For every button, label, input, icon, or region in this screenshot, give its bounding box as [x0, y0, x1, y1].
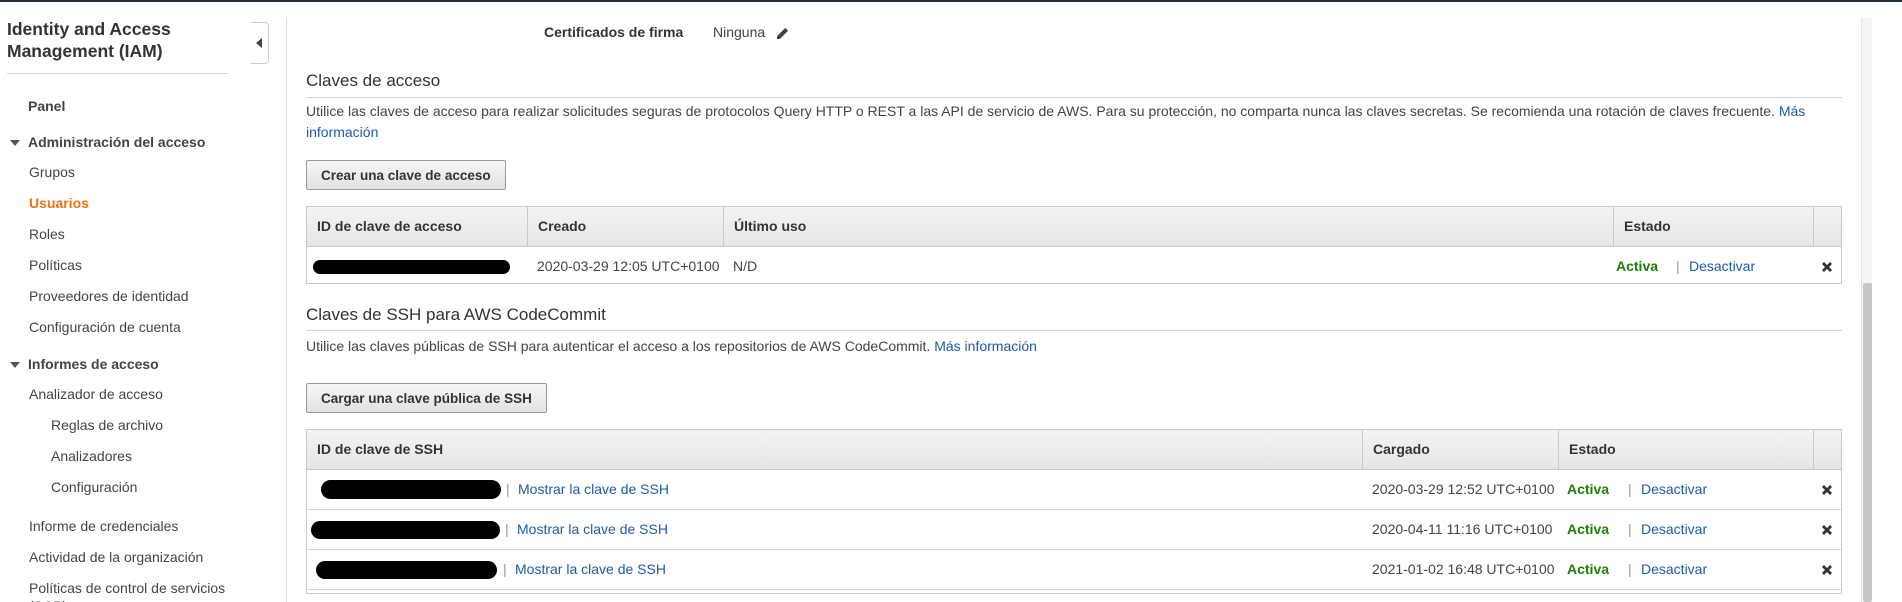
sidebar-item-policies[interactable]: Políticas	[29, 256, 82, 274]
access-key-last-used: N/D	[733, 258, 758, 274]
column-header-created[interactable]: Creado	[527, 207, 723, 246]
redacted-access-key-id	[313, 260, 510, 274]
deactivate-link[interactable]: Desactivar	[1689, 247, 1755, 286]
deactivate-link[interactable]: Desactivar	[1641, 510, 1707, 549]
separator: |	[1628, 521, 1632, 537]
access-keys-title: Claves de acceso	[306, 71, 441, 90]
ssh-key-uploaded: 2020-04-11 11:16 UTC+0100	[1372, 521, 1553, 537]
status-badge: Activa	[1567, 481, 1610, 497]
separator: |	[1676, 258, 1680, 274]
upload-ssh-key-button[interactable]: Cargar una clave pública de SSH	[306, 383, 547, 413]
sidebar-item-account-settings[interactable]: Configuración de cuenta	[29, 318, 181, 336]
redacted-ssh-key-id	[311, 521, 500, 539]
collapse-sidebar-button[interactable]	[251, 22, 269, 64]
sidebar-item-groups[interactable]: Grupos	[29, 163, 75, 181]
status-badge: Activa	[1567, 561, 1610, 577]
column-header-last-used[interactable]: Último uso	[723, 207, 1613, 246]
status-badge: Activa	[1567, 521, 1610, 537]
delete-icon[interactable]	[1819, 259, 1835, 275]
sidebar-divider	[7, 73, 228, 74]
column-header-status[interactable]: Estado	[1613, 207, 1813, 246]
delete-icon[interactable]	[1819, 562, 1835, 578]
ssh-keys-more-info-link[interactable]: Más información	[934, 338, 1037, 354]
deactivate-link[interactable]: Desactivar	[1641, 470, 1707, 509]
column-header-access-key-id[interactable]: ID de clave de acceso	[307, 207, 527, 246]
column-header-ssh-key-id[interactable]: ID de clave de SSH	[307, 430, 1362, 469]
sidebar-item-archive-rules[interactable]: Reglas de archivo	[51, 416, 163, 434]
section-divider	[306, 97, 1842, 98]
status-badge: Activa	[1616, 258, 1659, 274]
chevron-left-icon	[256, 38, 262, 48]
pencil-icon[interactable]	[775, 26, 790, 41]
sidebar-item-users[interactable]: Usuarios	[29, 194, 89, 212]
separator: |	[1628, 561, 1632, 577]
access-keys-table: ID de clave de acceso Creado Último uso …	[306, 206, 1842, 284]
delete-icon[interactable]	[1819, 482, 1835, 498]
access-keys-table-header: ID de clave de acceso Creado Último uso …	[307, 207, 1841, 247]
sidebar-title[interactable]: Identity and Access Management (IAM)	[7, 18, 227, 62]
table-row: | Mostrar la clave de SSH 2020-03-29 12:…	[307, 470, 1841, 510]
signing-certificates-label: Certificados de firma	[544, 24, 684, 40]
signing-certificates-value: Ninguna	[713, 24, 790, 41]
redacted-ssh-key-id	[316, 561, 497, 579]
separator: |	[1628, 481, 1632, 497]
sidebar-section-access-management[interactable]: Administración del acceso	[28, 133, 205, 151]
show-ssh-key-link[interactable]: Mostrar la clave de SSH	[517, 510, 668, 549]
sidebar-item-panel[interactable]: Panel	[28, 97, 65, 115]
column-header-actions	[1813, 207, 1841, 246]
show-ssh-key-link[interactable]: Mostrar la clave de SSH	[518, 470, 669, 509]
access-keys-description-text: Utilice las claves de acceso para realiz…	[306, 103, 1775, 119]
column-header-actions	[1813, 430, 1841, 469]
scrollbar-thumb[interactable]	[1863, 283, 1872, 602]
main-content: Certificados de firma Ninguna Claves de …	[287, 2, 1861, 602]
create-access-key-button[interactable]: Crear una clave de acceso	[306, 160, 506, 190]
ssh-keys-description-text: Utilice las claves públicas de SSH para …	[306, 338, 931, 354]
sidebar-item-identity-providers[interactable]: Proveedores de identidad	[29, 287, 189, 305]
sidebar-item-analyzers[interactable]: Analizadores	[51, 447, 132, 465]
sidebar-item-credential-report[interactable]: Informe de credenciales	[29, 517, 178, 535]
sidebar-item-roles[interactable]: Roles	[29, 225, 65, 243]
access-keys-description: Utilice las claves de acceso para realiz…	[306, 101, 1841, 143]
column-header-uploaded[interactable]: Cargado	[1362, 430, 1558, 469]
ssh-keys-description: Utilice las claves públicas de SSH para …	[306, 336, 1841, 357]
table-row: | Mostrar la clave de SSH 2020-04-11 11:…	[307, 510, 1841, 550]
sidebar-item-access-analyzer[interactable]: Analizador de acceso	[29, 385, 163, 403]
ssh-keys-title: Claves de SSH para AWS CodeCommit	[306, 305, 606, 324]
show-ssh-key-link[interactable]: Mostrar la clave de SSH	[515, 550, 666, 589]
separator: |	[503, 561, 507, 577]
table-row: 2020-03-29 12:05 UTC+0100 N/D Activa | D…	[307, 247, 1841, 287]
sidebar-item-analyzer-settings[interactable]: Configuración	[51, 478, 137, 496]
ssh-keys-table: ID de clave de SSH Cargado Estado | Most…	[306, 429, 1842, 594]
sidebar-section-access-reports[interactable]: Informes de acceso	[28, 355, 159, 373]
sidebar-item-service-control-policies[interactable]: Políticas de control de servicios (SCP)	[29, 579, 229, 602]
ssh-key-uploaded: 2021-01-02 16:48 UTC+0100	[1372, 561, 1555, 577]
access-key-created: 2020-03-29 12:05 UTC+0100	[537, 258, 720, 274]
caret-down-icon[interactable]	[10, 362, 20, 368]
ssh-keys-table-header: ID de clave de SSH Cargado Estado	[307, 430, 1841, 470]
delete-icon[interactable]	[1819, 522, 1835, 538]
sidebar: Identity and Access Management (IAM) Pan…	[0, 2, 248, 602]
section-divider	[306, 330, 1842, 331]
signing-certificates-text: Ninguna	[713, 24, 766, 40]
redacted-ssh-key-id	[321, 480, 501, 499]
caret-down-icon[interactable]	[10, 140, 20, 146]
deactivate-link[interactable]: Desactivar	[1641, 550, 1707, 589]
sidebar-item-organization-activity[interactable]: Actividad de la organización	[29, 548, 203, 566]
column-header-status[interactable]: Estado	[1558, 430, 1813, 469]
table-row: | Mostrar la clave de SSH 2021-01-02 16:…	[307, 550, 1841, 590]
ssh-key-uploaded: 2020-03-29 12:52 UTC+0100	[1372, 481, 1555, 497]
window-edge	[1872, 2, 1902, 602]
separator: |	[505, 521, 509, 537]
separator: |	[506, 481, 510, 497]
